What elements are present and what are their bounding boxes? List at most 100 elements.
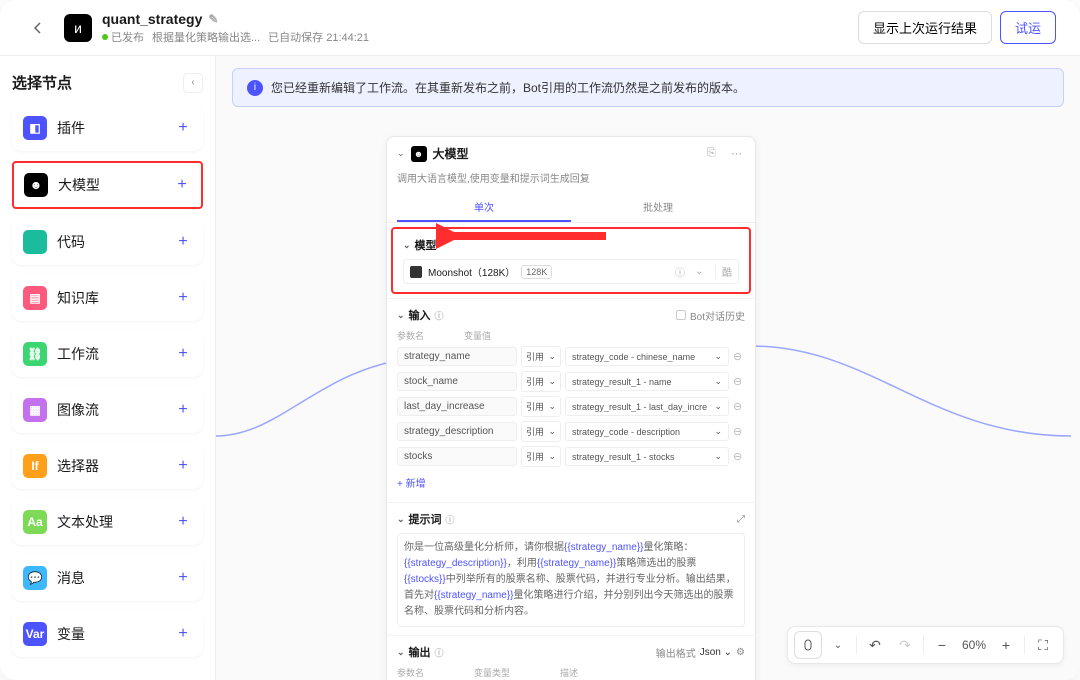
llm-node-icon: ☻: [411, 146, 427, 162]
edit-title-icon[interactable]: ✎: [208, 12, 218, 26]
input-ref-select[interactable]: 引用⌄: [521, 371, 561, 392]
fit-view-button[interactable]: ⛶: [1029, 631, 1057, 659]
collapse-sidebar-button[interactable]: ‹: [183, 73, 203, 93]
sidebar-item-1[interactable]: ☻大模型+: [12, 161, 203, 209]
add-input-button[interactable]: + 新增: [397, 471, 745, 494]
model-info-icon[interactable]: ⓘ: [675, 264, 689, 279]
node-type-icon: ⛓: [23, 342, 47, 366]
canvas-toolbar: ⌄ ↶ ↷ − 60% + ⛶: [787, 626, 1064, 664]
expand-prompt-icon[interactable]: ⤢: [737, 514, 745, 525]
input-source-select[interactable]: strategy_code - description⌄: [565, 422, 729, 441]
show-last-run-button[interactable]: 显示上次运行结果: [858, 11, 992, 44]
input-ref-select[interactable]: 引用⌄: [521, 396, 561, 417]
prompt-textarea[interactable]: 你是一位高级量化分析师，请你根据{{strategy_name}}量化策略：{{…: [397, 533, 745, 627]
model-selector[interactable]: Moonshot（128K） 128K ⓘ ⌄ 酷: [403, 259, 739, 284]
delete-input-icon[interactable]: ⊖: [733, 350, 745, 363]
sidebar-item-8[interactable]: 💬消息+: [12, 555, 203, 601]
model-params-button[interactable]: 酷: [715, 264, 732, 279]
sidebar-item-3[interactable]: ▤知识库+: [12, 275, 203, 321]
input-source-select[interactable]: strategy_result_1 - stocks⌄: [565, 447, 729, 466]
node-type-icon: [23, 230, 47, 254]
prompt-section: ⌄提示词ⓘ ⤢ 你是一位高级量化分析师，请你根据{{strategy_name}…: [387, 502, 755, 635]
input-row: strategy_name引用⌄strategy_code - chinese_…: [397, 346, 745, 367]
input-section: ⌄输入 ⓘ Bot对话历史 参数名变量值 strategy_name引用⌄str…: [387, 298, 755, 502]
republish-alert: i 您已经重新编辑了工作流。在其重新发布之前，Bot引用的工作流仍然是之前发布的…: [232, 68, 1064, 107]
add-node-button[interactable]: +: [174, 345, 192, 363]
node-type-icon: ▤: [23, 286, 47, 310]
input-source-select[interactable]: strategy_code - chinese_name⌄: [565, 347, 729, 366]
input-row: stock_name引用⌄strategy_result_1 - name⌄ ⊖: [397, 371, 745, 392]
autosave-status: 已自动保存 21:44:21: [268, 29, 369, 45]
sidebar-item-9[interactable]: Var变量+: [12, 611, 203, 657]
input-source-select[interactable]: strategy_result_1 - last_day_incre⌄: [565, 397, 729, 416]
node-type-icon: ▦: [23, 398, 47, 422]
input-ref-select[interactable]: 引用⌄: [521, 446, 561, 467]
try-run-button[interactable]: 试运: [1000, 11, 1056, 44]
add-node-button[interactable]: +: [174, 513, 192, 531]
node-title: 大模型: [433, 145, 697, 162]
sidebar-title: 选择节点: [12, 72, 72, 93]
input-name-field[interactable]: last_day_increase: [397, 397, 517, 416]
workflow-canvas[interactable]: i 您已经重新编辑了工作流。在其重新发布之前，Bot引用的工作流仍然是之前发布的…: [216, 56, 1080, 680]
add-node-button[interactable]: +: [174, 569, 192, 587]
cursor-dropdown-icon[interactable]: ⌄: [824, 631, 852, 659]
llm-node-panel[interactable]: ⌄ ☻ 大模型 ⎘ ⋯ 调用大语言模型,使用变量和提示词生成回复 单次 批处理 …: [386, 136, 756, 680]
sidebar-item-6[interactable]: If选择器+: [12, 443, 203, 489]
publish-status-badge: 已发布: [102, 29, 144, 45]
duplicate-icon[interactable]: ⎘: [707, 147, 721, 161]
add-node-button[interactable]: +: [174, 289, 192, 307]
app-logo-icon: ᴎ: [64, 14, 92, 42]
input-row: stocks引用⌄strategy_result_1 - stocks⌄ ⊖: [397, 446, 745, 467]
add-node-button[interactable]: +: [174, 625, 192, 643]
sidebar-item-7[interactable]: Aa文本处理+: [12, 499, 203, 545]
node-type-icon: Var: [23, 622, 47, 646]
tab-single[interactable]: 单次: [397, 193, 571, 222]
moonshot-icon: [410, 266, 422, 278]
output-format-select[interactable]: Json ⌄: [700, 647, 732, 658]
undo-button[interactable]: ↶: [861, 631, 889, 659]
input-row: last_day_increase引用⌄strategy_result_1 - …: [397, 396, 745, 417]
input-name-field[interactable]: stock_name: [397, 372, 517, 391]
delete-input-icon[interactable]: ⊖: [733, 375, 745, 388]
tab-batch[interactable]: 批处理: [571, 193, 745, 222]
redo-button[interactable]: ↷: [891, 631, 919, 659]
input-name-field[interactable]: stocks: [397, 447, 517, 466]
input-ref-select[interactable]: 引用⌄: [521, 421, 561, 442]
zoom-out-button[interactable]: −: [928, 631, 956, 659]
delete-input-icon[interactable]: ⊖: [733, 450, 745, 463]
input-row: strategy_description引用⌄strategy_code - d…: [397, 421, 745, 442]
model-section: ⌄模型 Moonshot（128K） 128K ⓘ ⌄ 酷: [391, 227, 751, 294]
delete-input-icon[interactable]: ⊖: [733, 425, 745, 438]
workflow-title: quant_strategy: [102, 11, 202, 27]
node-type-icon: 💬: [23, 566, 47, 590]
collapse-node-icon[interactable]: ⌄: [397, 148, 405, 159]
node-type-icon: ◧: [23, 116, 47, 140]
sidebar-item-2[interactable]: 代码+: [12, 219, 203, 265]
add-node-button[interactable]: +: [173, 176, 191, 194]
delete-input-icon[interactable]: ⊖: [733, 400, 745, 413]
sidebar-item-0[interactable]: ◧插件+: [12, 105, 203, 151]
workflow-desc: 根据量化策略输出选...: [152, 29, 260, 45]
sidebar-item-4[interactable]: ⛓工作流+: [12, 331, 203, 377]
sidebar-item-5[interactable]: ▦图像流+: [12, 387, 203, 433]
back-button[interactable]: [24, 14, 52, 42]
input-name-field[interactable]: strategy_description: [397, 422, 517, 441]
node-type-icon: Aa: [23, 510, 47, 534]
input-source-select[interactable]: strategy_result_1 - name⌄: [565, 372, 729, 391]
add-node-button[interactable]: +: [174, 401, 192, 419]
input-name-field[interactable]: strategy_name: [397, 347, 517, 366]
model-dropdown-icon[interactable]: ⌄: [695, 266, 709, 277]
add-node-button[interactable]: +: [174, 233, 192, 251]
add-node-button[interactable]: +: [174, 119, 192, 137]
node-type-icon: If: [23, 454, 47, 478]
zoom-in-button[interactable]: +: [992, 631, 1020, 659]
output-settings-icon[interactable]: ⚙: [736, 647, 745, 658]
more-icon[interactable]: ⋯: [731, 147, 745, 161]
add-node-button[interactable]: +: [174, 457, 192, 475]
output-section: ⌄输出ⓘ 输出格式 Json ⌄ ⚙ 参数名变量类型描述 output Stri…: [387, 635, 755, 680]
bot-history-checkbox[interactable]: [676, 310, 686, 320]
zoom-level: 60%: [958, 638, 990, 652]
cursor-mode-button[interactable]: [794, 631, 822, 659]
node-type-icon: ☻: [24, 173, 48, 197]
input-ref-select[interactable]: 引用⌄: [521, 346, 561, 367]
